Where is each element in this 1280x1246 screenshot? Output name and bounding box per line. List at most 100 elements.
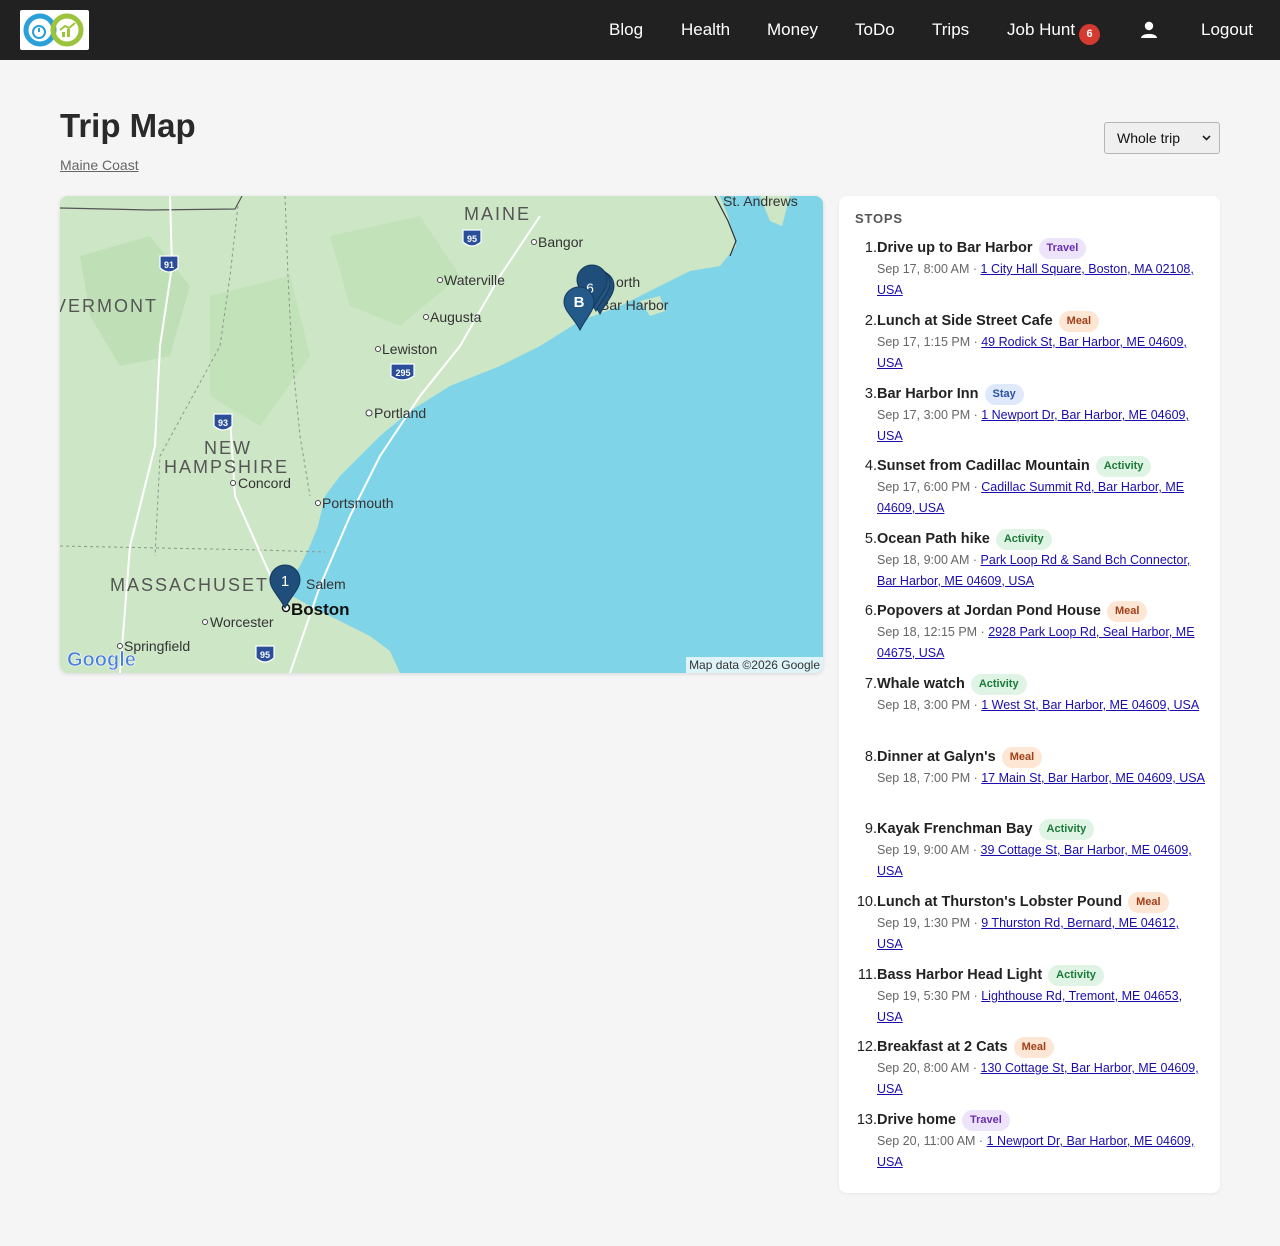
stop-time: Sep 19, 1:30 PM bbox=[877, 916, 971, 930]
logo-icon bbox=[23, 13, 84, 47]
stop-number: 8. bbox=[864, 749, 877, 765]
stop-separator: · bbox=[975, 1134, 987, 1148]
map-marker-boston-label: 1 bbox=[281, 573, 289, 590]
map-label-ellsworth-fragment: orth bbox=[616, 274, 640, 290]
stop-details: Sep 17, 3:00 PM · 1 Newport Dr, Bar Harb… bbox=[877, 405, 1207, 446]
map-marker-cluster-front-label: B bbox=[574, 294, 585, 311]
stop-category-tag: Meal bbox=[1013, 1037, 1055, 1058]
stop-category-tag: Travel bbox=[1038, 238, 1087, 259]
stop-title: Sunset from Cadillac Mountain bbox=[877, 458, 1090, 474]
stop-name: Breakfast at 2 Cats Meal bbox=[877, 1037, 1055, 1058]
nav-health[interactable]: Health bbox=[681, 19, 730, 41]
stop-number: 2. bbox=[864, 313, 877, 329]
stop-category-tag: Meal bbox=[1128, 892, 1169, 913]
stop-name: Bass Harbor Head Light Activity bbox=[877, 965, 1104, 986]
interstate-295-shield: 295 bbox=[390, 363, 415, 381]
stop-details: Sep 19, 5:30 PM · Lighthouse Rd, Tremont… bbox=[877, 986, 1207, 1027]
stop-number: 7. bbox=[864, 676, 877, 692]
stop-title: Dinner at Galyn's bbox=[877, 749, 996, 765]
chevron-down-icon bbox=[1202, 135, 1211, 141]
map-label-bar-harbor: Bar Harbor bbox=[600, 297, 669, 313]
stop-details: Sep 18, 12:15 PM · 2928 Park Loop Rd, Se… bbox=[877, 622, 1207, 663]
stop-details: Sep 20, 11:00 AM · 1 Newport Dr, Bar Har… bbox=[877, 1131, 1207, 1172]
stop-separator: · bbox=[969, 1061, 981, 1075]
stop-category-tag: Activity bbox=[1048, 965, 1104, 986]
trip-name-link[interactable]: Maine Coast bbox=[60, 157, 139, 173]
stop-details: Sep 19, 9:00 AM · 39 Cottage St, Bar Har… bbox=[877, 840, 1207, 881]
map-city-dot bbox=[202, 619, 208, 625]
nav-blog[interactable]: Blog bbox=[609, 19, 643, 41]
stop-title: Drive home bbox=[877, 1112, 956, 1128]
stop-time: Sep 17, 6:00 PM bbox=[877, 480, 971, 494]
svg-text:91: 91 bbox=[164, 260, 174, 270]
map-label-st-andrews: St. Andrews bbox=[723, 196, 798, 209]
stop-separator: · bbox=[969, 262, 981, 276]
stop-separator: · bbox=[970, 335, 982, 349]
nav-money[interactable]: Money bbox=[767, 19, 818, 41]
stop-details: Sep 17, 6:00 PM · Cadillac Summit Rd, Ba… bbox=[877, 477, 1207, 518]
map-label-bangor: Bangor bbox=[538, 234, 583, 250]
stop-address-link[interactable]: 1 West St, Bar Harbor, ME 04609, USA bbox=[981, 698, 1199, 712]
stop-number: 3. bbox=[864, 386, 877, 402]
stop-separator: · bbox=[970, 989, 982, 1003]
user-icon[interactable] bbox=[1139, 20, 1159, 40]
interstate-95-north-shield: 95 bbox=[462, 229, 482, 247]
map-city-dot bbox=[531, 239, 537, 245]
stop-title: Lunch at Side Street Cafe bbox=[877, 313, 1053, 329]
stop-separator: · bbox=[970, 408, 982, 422]
nav-trips[interactable]: Trips bbox=[932, 19, 969, 41]
map-city-dot bbox=[230, 480, 236, 486]
stop-time: Sep 17, 1:15 PM bbox=[877, 335, 971, 349]
stop-name: Sunset from Cadillac Mountain Activity bbox=[877, 456, 1152, 477]
stop-category-tag: Meal bbox=[1001, 747, 1043, 768]
map-label-lewiston: Lewiston bbox=[382, 341, 437, 357]
stop-time: Sep 18, 7:00 PM bbox=[877, 771, 971, 785]
svg-text:95: 95 bbox=[467, 234, 477, 244]
stop-name: Lunch at Side Street Cafe Meal bbox=[877, 311, 1100, 332]
map-attribution: Map data ©2026 Google bbox=[686, 657, 823, 673]
stop-category-tag: Activity bbox=[1038, 819, 1095, 840]
stop-time: Sep 17, 8:00 AM bbox=[877, 262, 970, 276]
map-city-dot bbox=[315, 500, 321, 506]
trip-map[interactable]: MAINE VERMONT NEW HAMPSHIRE MASSACHUSETT… bbox=[60, 196, 823, 673]
map-label-maine: MAINE bbox=[464, 204, 531, 224]
stop-name: Bar Harbor Inn Stay bbox=[877, 384, 1024, 405]
stop-category-tag: Activity bbox=[1095, 456, 1152, 477]
map-label-salem: Salem bbox=[306, 576, 346, 592]
interstate-95-south-shield: 95 bbox=[255, 645, 275, 663]
map-label-portland: Portland bbox=[374, 405, 426, 421]
stop-title: Lunch at Thurston's Lobster Pound bbox=[877, 894, 1123, 910]
stop-category-tag: Meal bbox=[1058, 311, 1100, 332]
google-logo: Google bbox=[67, 649, 136, 671]
nav-job-hunt[interactable]: Job Hunt 6 bbox=[1007, 19, 1101, 45]
stop-separator: · bbox=[969, 553, 981, 567]
logout-link[interactable]: Logout bbox=[1201, 19, 1253, 41]
day-range-select[interactable]: Whole trip bbox=[1104, 122, 1220, 154]
stop-title: Bar Harbor Inn bbox=[877, 386, 979, 402]
stop-time: Sep 20, 8:00 AM bbox=[877, 1061, 970, 1075]
map-city-dot bbox=[117, 643, 123, 649]
stop-category-tag: Travel bbox=[961, 1110, 1010, 1131]
stop-time: Sep 18, 9:00 AM bbox=[877, 553, 970, 567]
stop-details: Sep 19, 1:30 PM · 9 Thurston Rd, Bernard… bbox=[877, 913, 1207, 954]
stop-name: Whale watch Activity bbox=[877, 674, 1027, 695]
nav-todo[interactable]: ToDo bbox=[855, 19, 895, 41]
map-city-dot bbox=[365, 409, 373, 417]
map-label-massachusetts: MASSACHUSETTS bbox=[110, 575, 296, 595]
svg-text:93: 93 bbox=[218, 418, 228, 428]
stop-name: Drive up to Bar Harbor Travel bbox=[877, 238, 1087, 259]
stop-details: Sep 17, 1:15 PM · 49 Rodick St, Bar Harb… bbox=[877, 332, 1207, 373]
stop-address-link[interactable]: 17 Main St, Bar Harbor, ME 04609, USA bbox=[981, 771, 1205, 785]
stop-name: Ocean Path hike Activity bbox=[877, 529, 1052, 550]
app-logo[interactable] bbox=[20, 10, 89, 50]
stop-title: Bass Harbor Head Light bbox=[877, 967, 1043, 983]
stop-separator: · bbox=[977, 625, 989, 639]
stop-time: Sep 17, 3:00 PM bbox=[877, 408, 971, 422]
stop-details: Sep 18, 3:00 PM · 1 West St, Bar Harbor,… bbox=[877, 695, 1207, 716]
stop-separator: · bbox=[970, 771, 982, 785]
stop-name: Dinner at Galyn's Meal bbox=[877, 747, 1043, 768]
interstate-93-shield: 93 bbox=[213, 413, 233, 431]
stop-details: Sep 17, 8:00 AM · 1 City Hall Square, Bo… bbox=[877, 259, 1207, 300]
map-city-dot bbox=[375, 346, 381, 352]
stop-details: Sep 18, 9:00 AM · Park Loop Rd & Sand Bc… bbox=[877, 550, 1207, 591]
